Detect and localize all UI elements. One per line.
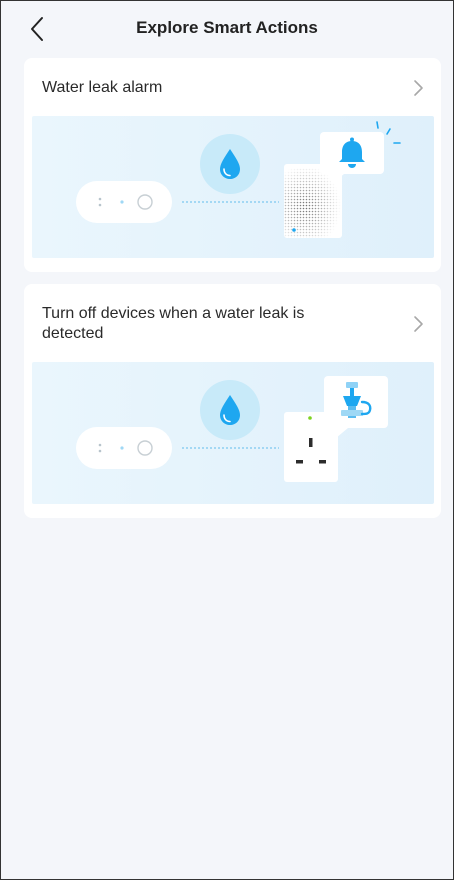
water-sensor-device xyxy=(76,427,172,469)
water-drop-icon xyxy=(200,380,260,440)
illustration-sensor-to-plug-valve xyxy=(32,362,434,504)
card-title: Turn off devices when a water leak is de… xyxy=(42,305,305,342)
smart-action-card-water-leak-alarm[interactable]: Water leak alarm xyxy=(24,58,441,272)
smart-action-card-turn-off-devices[interactable]: Turn off devices when a water leak is de… xyxy=(24,284,441,518)
water-sensor-device xyxy=(76,181,172,223)
illustration-sensor-to-siren xyxy=(32,116,434,258)
page-title: Explore Smart Actions xyxy=(136,18,318,37)
valve-bubble xyxy=(324,376,388,438)
bell-bubble xyxy=(320,132,384,184)
water-drop-icon xyxy=(200,134,260,194)
app-header: Explore Smart Actions xyxy=(0,0,454,58)
chevron-right-icon xyxy=(414,80,423,96)
chevron-right-icon xyxy=(414,316,423,332)
card-title: Water leak alarm xyxy=(42,79,163,96)
